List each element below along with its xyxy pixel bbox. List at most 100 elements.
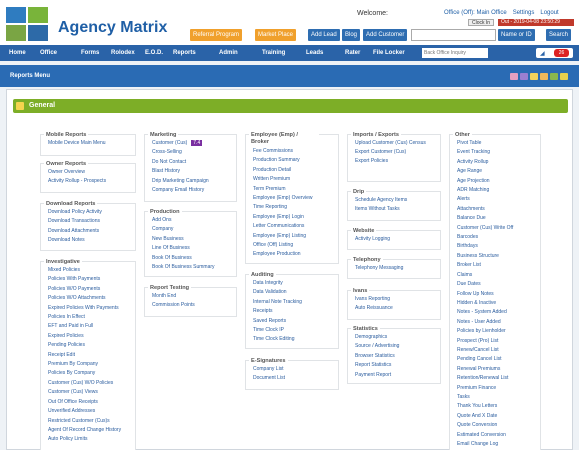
settings-link[interactable]: Settings [513,10,535,16]
report-link[interactable]: Download Notes [48,236,135,245]
report-link[interactable]: Company List [253,365,338,374]
report-link[interactable]: Expired Policies With Payments [48,304,135,313]
report-link[interactable]: Email Change Log [457,440,540,449]
report-link[interactable]: Time Clock Editing [253,335,338,344]
report-link[interactable]: Document List [253,374,338,383]
report-link[interactable]: Event Tracking [457,148,540,157]
report-link[interactable]: Fee Commissions [253,147,338,156]
report-link[interactable]: Ivans Reporting [355,295,440,304]
report-link[interactable]: Pivot Table [457,139,540,148]
report-link[interactable]: Pending Cancel List [457,355,540,364]
report-link[interactable]: Schedule Agency Items [355,196,440,205]
report-link[interactable]: Notes - User Added [457,318,540,327]
report-link[interactable]: Quote And X Date [457,412,540,421]
report-link[interactable]: Source / Advertising [355,342,440,351]
report-link[interactable]: Follow Up Notes [457,290,540,299]
report-link[interactable]: Customer (Cus) Views [48,388,135,397]
report-link[interactable]: Data Integrity [253,279,338,288]
report-link[interactable]: Cross-Selling [152,148,236,157]
nav-rater[interactable]: Rater [345,45,360,61]
notifications-button[interactable]: ◢ 26 [536,48,573,58]
report-link[interactable]: Policies With Payments [48,275,135,284]
report-link[interactable]: Customer (Cus) Write Off [457,224,540,233]
report-link[interactable]: Time Clock IP [253,326,338,335]
report-link[interactable]: Attachments [457,205,540,214]
report-link[interactable]: Customer (Cus) W/O Policies [48,379,135,388]
report-link[interactable]: Auto Reissuance [355,304,440,313]
report-link[interactable]: Age Range [457,167,540,176]
report-link[interactable]: Pending Policies [48,341,135,350]
report-link[interactable]: Notes - System Added [457,308,540,317]
report-link[interactable]: Production Summary [253,156,338,165]
report-link[interactable]: Policies By Company [48,369,135,378]
referral-program-button[interactable]: Referral Program [190,29,243,41]
report-link[interactable]: Data Validation [253,288,338,297]
report-link[interactable]: Birthdays [457,242,540,251]
report-link[interactable]: Renewal Premiums [457,365,540,374]
report-link[interactable]: Employee (Emp) Login [253,213,338,222]
report-link[interactable]: Saved Reports [253,317,338,326]
report-link[interactable]: Employee Production [253,250,338,259]
report-link[interactable]: Expired Policies [48,332,135,341]
report-link[interactable]: Policies W/O Payments [48,285,135,294]
tool-icon[interactable] [550,73,558,80]
nav-rolodex[interactable]: Rolodex [111,45,135,61]
report-link[interactable]: Company Email History [152,186,236,195]
report-link[interactable]: Office (Off) Listing [253,241,338,250]
report-link[interactable]: Customer (Cus) 7.4 [152,139,236,148]
market-place-button[interactable]: Market Place [255,29,297,41]
report-link[interactable]: New Business [152,235,236,244]
report-link[interactable]: Claims [457,271,540,280]
report-link[interactable]: Mobile Device Main Menu [48,139,135,148]
tool-icon[interactable] [560,73,568,80]
report-link[interactable]: Policies by Lienholder [457,327,540,336]
nav-home[interactable]: Home [9,45,26,61]
report-link[interactable]: Telephony Messaging [355,264,440,273]
nav-file-locker[interactable]: File Locker [373,45,405,61]
report-link[interactable]: Premium By Company [48,360,135,369]
report-link[interactable]: Activity Rollup [457,158,540,167]
office-link[interactable]: Office (Off): Main Office [444,10,507,16]
add-lead-button[interactable]: Add Lead [308,29,340,41]
report-link[interactable]: Mixed Policies [48,266,135,275]
report-link[interactable]: Owner Overview [48,168,135,177]
nav-reports[interactable]: Reports [173,45,196,61]
report-link[interactable]: Activity Logging [355,235,440,244]
report-link[interactable]: Age Projection [457,177,540,186]
nav-leads[interactable]: Leads [306,45,323,61]
tool-icon[interactable] [510,73,518,80]
report-link[interactable]: Do Not Contact [152,158,236,167]
report-link[interactable]: Thank You Letters [457,402,540,411]
report-link[interactable]: Restricted Customer (Cus)s [48,417,135,426]
report-link[interactable]: Upload Customer (Cus) Census [355,140,437,147]
report-link[interactable]: Internal Note Tracking [253,298,338,307]
back-office-search-input[interactable] [422,48,488,58]
report-link[interactable]: Balance Due [457,214,540,223]
report-link[interactable]: Retention/Renewal List [457,374,540,383]
report-link[interactable]: Production Detail [253,166,338,175]
tool-icon[interactable] [540,73,548,80]
report-link[interactable]: Due Dates [457,280,540,289]
report-link[interactable]: Term Premium [253,185,338,194]
search-button[interactable]: Search [546,29,572,41]
customer-search-input[interactable] [411,29,496,41]
report-link[interactable]: EFT and Paid in Full [48,322,135,331]
nav-forms[interactable]: Forms [81,45,99,61]
report-link[interactable]: Demographics [355,333,440,342]
report-link[interactable]: Policies In Effect [48,313,135,322]
report-link[interactable]: Download Policy Activity [48,208,135,217]
report-link[interactable]: Items Without Tasks [355,205,440,214]
search-scope-select[interactable]: Name or ID [498,29,535,41]
nav-training[interactable]: Training [262,45,285,61]
report-link[interactable]: Policies W/O Attachments [48,294,135,303]
report-link[interactable]: Add Ons [152,216,236,225]
report-link[interactable]: Auto Policy Limits [48,435,135,444]
report-link[interactable]: Alerts [457,195,540,204]
report-link[interactable]: Month End [152,292,236,301]
report-link[interactable]: Time Reporting [253,203,338,212]
report-link[interactable]: ADR Matching [457,186,540,195]
report-link[interactable]: Estimated Conversion [457,431,540,440]
report-link[interactable]: Employee (Emp) Overview [253,194,338,203]
add-customer-button[interactable]: Add Customer [363,29,408,41]
report-link[interactable]: Report Statistics [355,361,440,370]
